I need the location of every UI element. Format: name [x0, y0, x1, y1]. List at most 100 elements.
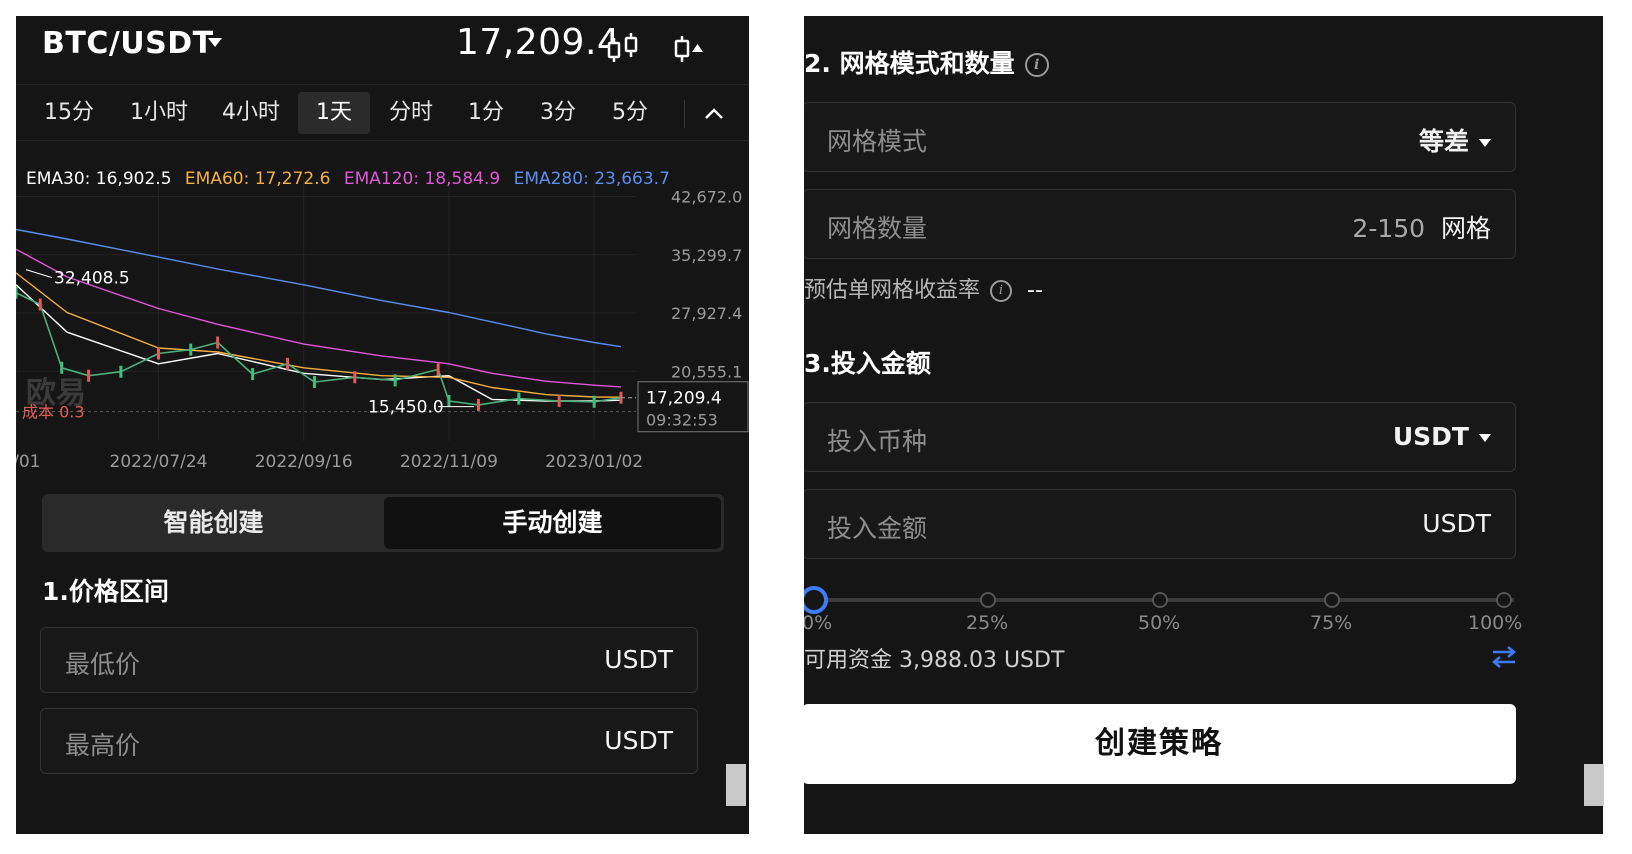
tab-manual-create[interactable]: 手动创建 [384, 497, 721, 549]
candle [251, 368, 255, 381]
info-icon[interactable]: i [990, 280, 1013, 302]
pair-dropdown-icon[interactable] [208, 38, 222, 47]
tab-smart-create[interactable]: 智能创建 [45, 497, 382, 549]
invest-amount-input[interactable]: 投入金额 USDT [804, 489, 1516, 559]
candlestick-icon[interactable] [604, 30, 642, 68]
amount-slider-handle[interactable] [804, 586, 828, 614]
min-price-input[interactable]: 最低价 USDT [40, 627, 698, 693]
ema120-label: EMA120: 18,584.9 [343, 169, 501, 189]
grid-count-range: 2-150 [1352, 214, 1426, 243]
current-price-tag: 17,209.4 [646, 389, 722, 409]
grid-mode-select[interactable]: 网格模式 等差 [804, 102, 1516, 172]
slider-mark-75[interactable] [1324, 592, 1340, 608]
slider-label-25: 25% [966, 612, 1009, 634]
slider-mark-25[interactable] [980, 592, 996, 608]
slider-mark-50[interactable] [1152, 592, 1168, 608]
max-price-input[interactable]: 最高价 USDT [40, 708, 698, 774]
candle [592, 395, 596, 408]
info-icon[interactable]: i [1024, 53, 1049, 77]
indicator-settings-icon[interactable] [672, 30, 708, 66]
candle [353, 371, 357, 384]
max-price-placeholder: 最高价 [65, 731, 141, 760]
candle-countdown: 09:32:53 [646, 411, 718, 430]
swap-arrows-icon[interactable] [1490, 644, 1518, 670]
candle [436, 363, 440, 376]
section-price-range: 1.价格区间 [42, 577, 169, 606]
estimated-yield-label: 预估单网格收益率 [804, 278, 981, 303]
x-tick-label: 2022/09/16 [255, 452, 353, 472]
x-tick-label: 2022/07/24 [110, 452, 208, 472]
invest-coin-value: USDT [1392, 422, 1469, 451]
y-tick-label: 35,299.7 [671, 246, 742, 265]
candle [119, 365, 123, 378]
price-chart[interactable]: 欧易 42,672.035,299.727,927.420,555.106/01… [16, 141, 749, 481]
ema30-label: EMA30: 16,902.5 [26, 169, 172, 189]
candle [476, 398, 480, 411]
timeframe-3m[interactable]: 3分 [530, 92, 586, 134]
timeframe-1d[interactable]: 1天 [298, 92, 370, 134]
invest-amount-unit: USDT [1422, 509, 1491, 538]
timeframe-1m[interactable]: 1分 [458, 92, 514, 134]
candle [312, 376, 316, 388]
timeframe-4h[interactable]: 4小时 [212, 92, 290, 134]
estimated-yield-row: 预估单网格收益率 i -- [804, 272, 1043, 304]
grid-count-placeholder: 网格数量 [827, 214, 928, 243]
candle [216, 336, 220, 349]
grid-count-unit: 网格 [1440, 214, 1491, 243]
timeframe-bar: 15分 1小时 4小时 1天 分时 1分 3分 5分 [16, 84, 749, 141]
last-price: 17,209.4 [456, 22, 621, 63]
invest-coin-value-wrap: USDT [1393, 422, 1491, 451]
ema-legend: EMA30: 16,902.5 EMA60: 17,272.6 EMA120: … [26, 169, 678, 189]
candle [60, 361, 64, 374]
low-label: 15,450.0 [368, 398, 444, 418]
scroll-stub-right [1584, 764, 1604, 806]
slider-label-50: 50% [1138, 612, 1181, 634]
timeframe-15m[interactable]: 15分 [36, 92, 102, 134]
grid-mode-placeholder: 网格模式 [827, 127, 928, 156]
x-tick-label: 2022/11/09 [400, 452, 498, 472]
grid-mode-value: 等差 [1418, 127, 1469, 156]
candle [87, 369, 91, 382]
price-series-line [16, 291, 622, 406]
high-marker-line [25, 269, 53, 279]
chevron-down-icon [1479, 434, 1491, 442]
price-chart-svg: 欧易 42,672.035,299.727,927.420,555.106/01… [16, 176, 749, 472]
high-label: 32,408.5 [54, 269, 130, 289]
y-tick-label: 27,927.4 [671, 304, 742, 323]
grid-count-hint: 2-150 网格 [1352, 209, 1491, 245]
section-grid-mode: 2. 网格模式和数量 i [804, 44, 1049, 80]
candle [189, 343, 193, 356]
candle [447, 394, 451, 407]
create-mode-tabs: 智能创建 手动创建 [42, 494, 724, 552]
invest-coin-select[interactable]: 投入币种 USDT [804, 402, 1516, 472]
grid-settings-panel: 2. 网格模式和数量 i 网格模式 等差 网格数量 2-150 网格 预估单网格收… [804, 16, 1603, 834]
estimated-yield-value: -- [1027, 278, 1043, 303]
min-price-unit: USDT [604, 645, 673, 674]
available-balance: 可用资金 3,988.03 USDT [804, 648, 1065, 673]
candle [286, 357, 290, 370]
slider-label-100: 100% [1468, 612, 1523, 634]
amount-slider-track[interactable] [822, 598, 1514, 602]
y-tick-label: 42,672.0 [671, 187, 742, 206]
scroll-stub-left [726, 764, 746, 806]
collapse-chevron-icon[interactable] [702, 104, 726, 124]
slider-mark-100[interactable] [1496, 592, 1512, 608]
grid-count-input[interactable]: 网格数量 2-150 网格 [804, 189, 1516, 259]
candle [157, 347, 161, 360]
grid-mode-value-wrap: 等差 [1419, 122, 1491, 158]
ema280-label: EMA280: 23,663.7 [513, 169, 670, 189]
trading-pair[interactable]: BTC/USDT [42, 26, 214, 61]
candle [393, 374, 397, 387]
timeframe-divider [684, 100, 685, 128]
candle [38, 298, 42, 311]
candle [517, 392, 521, 405]
section-grid-mode-title: 2. 网格模式和数量 [804, 49, 1015, 78]
timeframe-5m[interactable]: 5分 [602, 92, 658, 134]
chevron-down-icon [1479, 139, 1491, 147]
timeframe-1h[interactable]: 1小时 [120, 92, 198, 134]
timeframe-line[interactable]: 分时 [376, 92, 446, 134]
ema60-label: EMA60: 17,272.6 [184, 169, 331, 189]
create-strategy-button[interactable]: 创建策略 [804, 704, 1516, 784]
invest-amount-placeholder: 投入金额 [827, 514, 928, 543]
y-tick-label: 20,555.1 [671, 362, 742, 381]
